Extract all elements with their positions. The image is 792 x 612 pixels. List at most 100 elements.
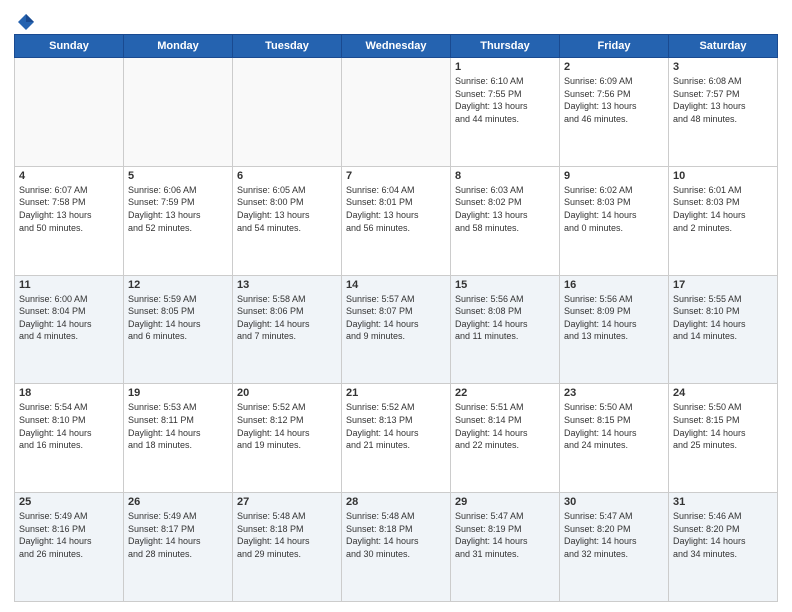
cell-text: Sunrise: 6:05 AMSunset: 8:00 PMDaylight:… [237,184,337,234]
day-number: 28 [346,496,446,508]
day-header-monday: Monday [124,35,233,58]
day-header-thursday: Thursday [451,35,560,58]
calendar-cell: 11Sunrise: 6:00 AMSunset: 8:04 PMDayligh… [15,275,124,384]
calendar-cell: 29 Sunrise: 5:47 AMSunset: 8:19 PMDayligh… [451,493,560,602]
day-header-wednesday: Wednesday [342,35,451,58]
calendar-body: 1 Sunrise: 6:10 AMSunset: 7:55 PMDaylight… [15,58,778,602]
cell-text: Sunrise: 5:47 AMSunset: 8:19 PMDaylight:… [455,510,555,560]
day-number: 3 [673,61,773,73]
cell-text: Sunrise: 5:50 AMSunset: 8:15 PMDaylight:… [673,401,773,451]
cell-text: Sunrise: 5:53 AMSunset: 8:11 PMDaylight:… [128,401,228,451]
day-number: 18 [19,387,119,399]
logo-icon [16,12,36,32]
day-header-sunday: Sunday [15,35,124,58]
cell-text: Sunrise: 6:06 AMSunset: 7:59 PMDaylight:… [128,184,228,234]
calendar-cell: 8 Sunrise: 6:03 AMSunset: 8:02 PMDaylight… [451,166,560,275]
calendar-cell: 28 Sunrise: 5:48 AMSunset: 8:18 PMDayligh… [342,493,451,602]
day-number: 8 [455,170,555,182]
calendar-cell: 3 Sunrise: 6:08 AMSunset: 7:57 PMDaylight… [669,58,778,167]
cell-text: Sunrise: 5:47 AMSunset: 8:20 PMDaylight:… [564,510,664,560]
cell-text: Sunrise: 5:49 AMSunset: 8:16 PMDaylight:… [19,510,119,560]
day-number: 31 [673,496,773,508]
calendar-cell: 31 Sunrise: 5:46 AMSunset: 8:20 PMDayligh… [669,493,778,602]
day-number: 26 [128,496,228,508]
day-number: 24 [673,387,773,399]
calendar-cell: 12Sunrise: 5:59 AMSunset: 8:05 PMDayligh… [124,275,233,384]
day-number: 23 [564,387,664,399]
calendar-cell: 27Sunrise: 5:48 AMSunset: 8:18 PMDayligh… [233,493,342,602]
day-number: 5 [128,170,228,182]
calendar-cell: 9 Sunrise: 6:02 AMSunset: 8:03 PMDaylight… [560,166,669,275]
calendar-cell: 24 Sunrise: 5:50 AMSunset: 8:15 PMDayligh… [669,384,778,493]
cell-text: Sunrise: 5:58 AMSunset: 8:06 PMDaylight:… [237,293,337,343]
calendar-cell: 22Sunrise: 5:51 AMSunset: 8:14 PMDayligh… [451,384,560,493]
day-number: 9 [564,170,664,182]
calendar-cell [15,58,124,167]
cell-text: Sunrise: 5:54 AMSunset: 8:10 PMDaylight:… [19,401,119,451]
cell-text: Sunrise: 5:48 AMSunset: 8:18 PMDaylight:… [346,510,446,560]
cell-text: Sunrise: 5:52 AMSunset: 8:12 PMDaylight:… [237,401,337,451]
cell-text: Sunrise: 6:08 AMSunset: 7:57 PMDaylight:… [673,75,773,125]
day-number: 17 [673,279,773,291]
day-number: 7 [346,170,446,182]
calendar-cell [233,58,342,167]
week-row-4: 18 Sunrise: 5:54 AMSunset: 8:10 PMDayligh… [15,384,778,493]
day-number: 6 [237,170,337,182]
calendar-cell: 4 Sunrise: 6:07 AMSunset: 7:58 PMDaylight… [15,166,124,275]
cell-text: Sunrise: 6:01 AMSunset: 8:03 PMDaylight:… [673,184,773,234]
header [14,10,778,28]
week-row-1: 1 Sunrise: 6:10 AMSunset: 7:55 PMDaylight… [15,58,778,167]
day-number: 13 [237,279,337,291]
day-number: 15 [455,279,555,291]
calendar-cell: 18 Sunrise: 5:54 AMSunset: 8:10 PMDayligh… [15,384,124,493]
cell-text: Sunrise: 5:55 AMSunset: 8:10 PMDaylight:… [673,293,773,343]
day-number: 10 [673,170,773,182]
calendar-cell: 14 Sunrise: 5:57 AMSunset: 8:07 PMDayligh… [342,275,451,384]
cell-text: Sunrise: 5:51 AMSunset: 8:14 PMDaylight:… [455,401,555,451]
week-row-5: 25 Sunrise: 5:49 AMSunset: 8:16 PMDayligh… [15,493,778,602]
calendar-cell: 25 Sunrise: 5:49 AMSunset: 8:16 PMDayligh… [15,493,124,602]
day-number: 12 [128,279,228,291]
cell-text: Sunrise: 5:57 AMSunset: 8:07 PMDaylight:… [346,293,446,343]
cell-text: Sunrise: 5:56 AMSunset: 8:08 PMDaylight:… [455,293,555,343]
cell-text: Sunrise: 6:03 AMSunset: 8:02 PMDaylight:… [455,184,555,234]
day-number: 29 [455,496,555,508]
cell-text: Sunrise: 5:50 AMSunset: 8:15 PMDaylight:… [564,401,664,451]
day-number: 2 [564,61,664,73]
day-header-tuesday: Tuesday [233,35,342,58]
cell-text: Sunrise: 6:02 AMSunset: 8:03 PMDaylight:… [564,184,664,234]
day-number: 1 [455,61,555,73]
calendar-cell: 10 Sunrise: 6:01 AMSunset: 8:03 PMDayligh… [669,166,778,275]
day-number: 14 [346,279,446,291]
day-number: 20 [237,387,337,399]
calendar-header-row: SundayMondayTuesdayWednesdayThursdayFrid… [15,35,778,58]
calendar-cell [342,58,451,167]
day-number: 25 [19,496,119,508]
calendar-cell: 2Sunrise: 6:09 AMSunset: 7:56 PMDaylight… [560,58,669,167]
calendar-cell: 16Sunrise: 5:56 AMSunset: 8:09 PMDayligh… [560,275,669,384]
calendar-cell: 23 Sunrise: 5:50 AMSunset: 8:15 PMDayligh… [560,384,669,493]
calendar-cell: 5 Sunrise: 6:06 AMSunset: 7:59 PMDaylight… [124,166,233,275]
calendar-cell: 20 Sunrise: 5:52 AMSunset: 8:12 PMDayligh… [233,384,342,493]
calendar-cell [124,58,233,167]
page: SundayMondayTuesdayWednesdayThursdayFrid… [0,0,792,612]
day-header-friday: Friday [560,35,669,58]
calendar-cell: 7 Sunrise: 6:04 AMSunset: 8:01 PMDaylight… [342,166,451,275]
cell-text: Sunrise: 5:52 AMSunset: 8:13 PMDaylight:… [346,401,446,451]
week-row-3: 11Sunrise: 6:00 AMSunset: 8:04 PMDayligh… [15,275,778,384]
calendar-cell: 13 Sunrise: 5:58 AMSunset: 8:06 PMDayligh… [233,275,342,384]
calendar-cell: 17 Sunrise: 5:55 AMSunset: 8:10 PMDayligh… [669,275,778,384]
cell-text: Sunrise: 6:07 AMSunset: 7:58 PMDaylight:… [19,184,119,234]
calendar-cell: 1 Sunrise: 6:10 AMSunset: 7:55 PMDaylight… [451,58,560,167]
day-number: 30 [564,496,664,508]
calendar-table: SundayMondayTuesdayWednesdayThursdayFrid… [14,34,778,602]
day-number: 21 [346,387,446,399]
cell-text: Sunrise: 6:10 AMSunset: 7:55 PMDaylight:… [455,75,555,125]
day-number: 19 [128,387,228,399]
day-number: 11 [19,279,119,291]
cell-text: Sunrise: 6:04 AMSunset: 8:01 PMDaylight:… [346,184,446,234]
day-number: 4 [19,170,119,182]
day-number: 16 [564,279,664,291]
cell-text: Sunrise: 5:46 AMSunset: 8:20 PMDaylight:… [673,510,773,560]
calendar-cell: 15 Sunrise: 5:56 AMSunset: 8:08 PMDayligh… [451,275,560,384]
